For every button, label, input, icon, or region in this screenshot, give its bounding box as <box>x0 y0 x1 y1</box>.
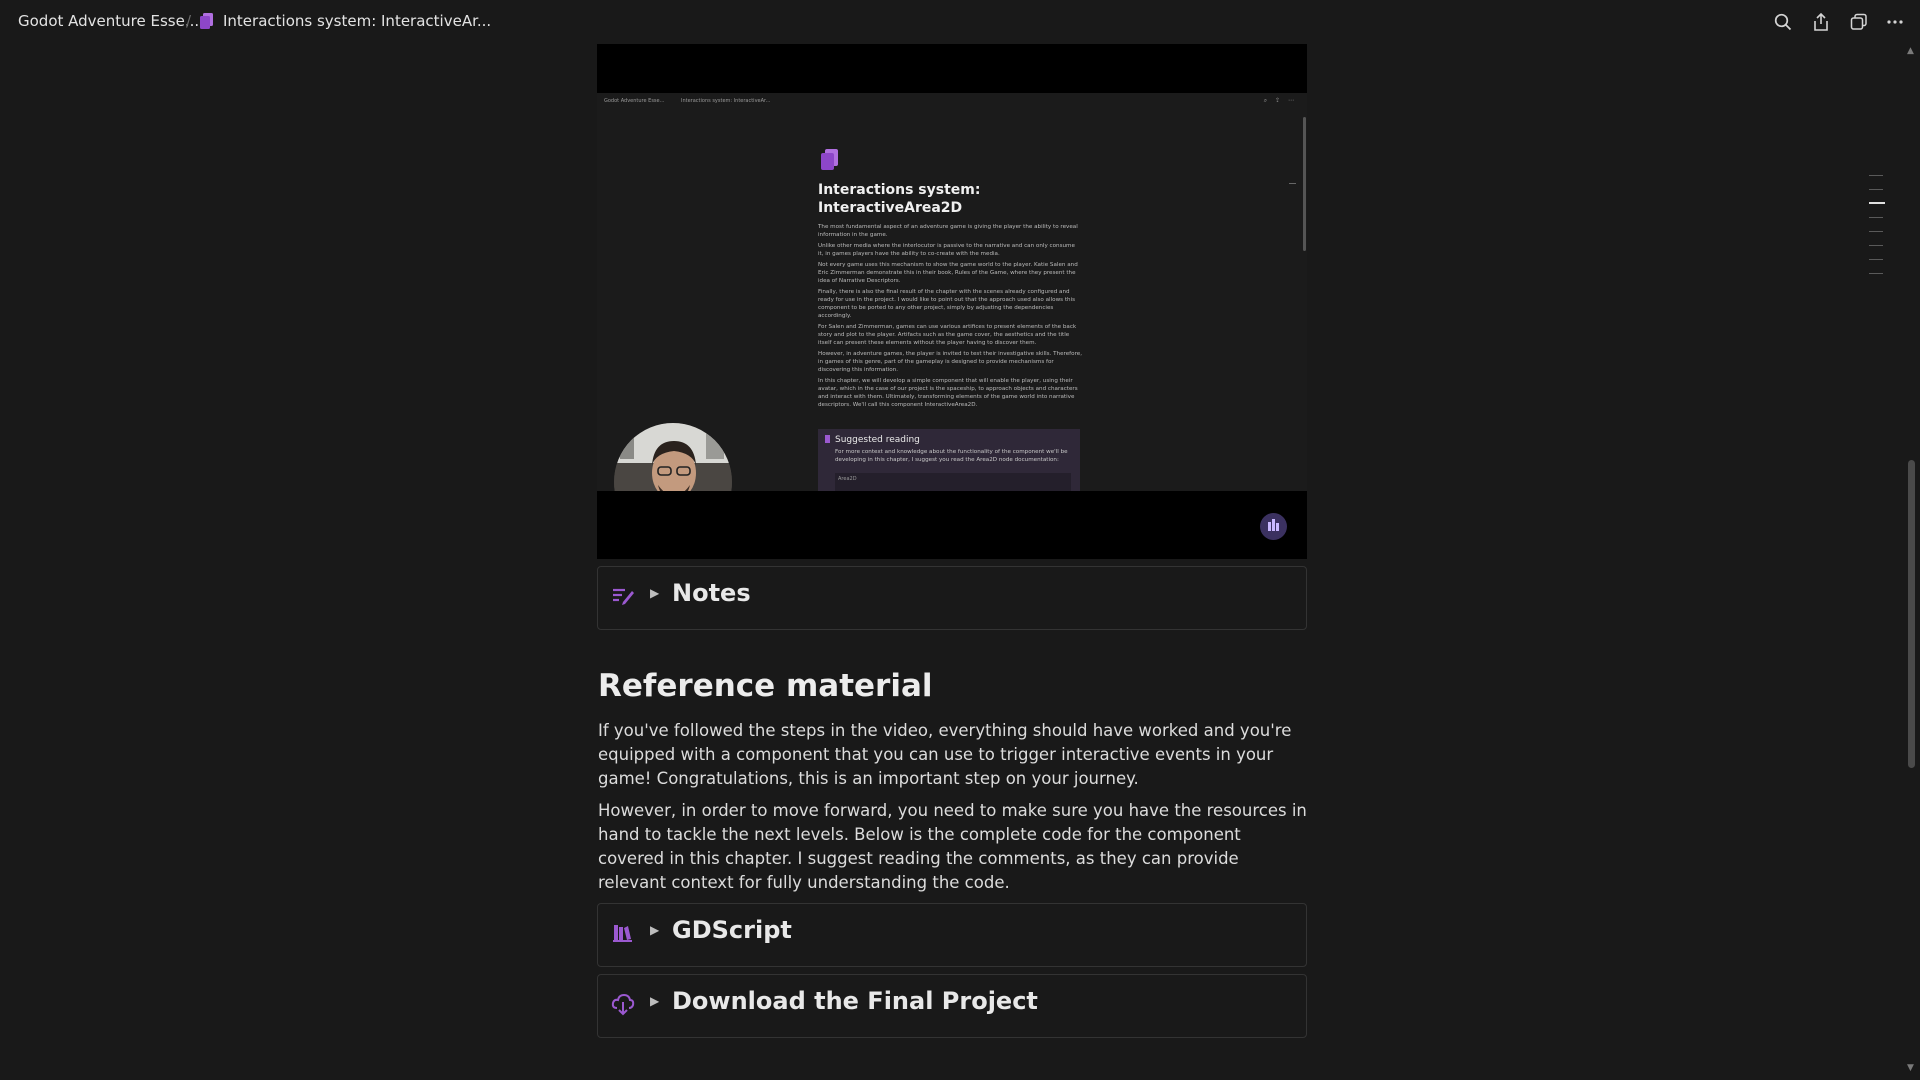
share-icon[interactable] <box>1810 11 1832 33</box>
toggle-arrow-icon[interactable]: ▶ <box>650 586 659 600</box>
video-paragraph: In this chapter, we will develop a simpl… <box>818 378 1078 408</box>
video-callout: Suggested reading For more context and k… <box>818 429 1080 491</box>
section-heading: Reference material <box>598 668 933 704</box>
video-frame: Godot Adventure Esse... Interactions sys… <box>597 93 1307 491</box>
scroll-up-arrow-icon[interactable]: ▲ <box>1907 46 1914 56</box>
video-scrollbar <box>1303 117 1306 251</box>
channel-logo-icon <box>1260 513 1287 540</box>
toggle-arrow-icon[interactable]: ▶ <box>650 923 659 937</box>
notes-toggle-label[interactable]: Notes <box>672 579 751 607</box>
cloud-download-icon <box>611 993 635 1016</box>
gdscript-toggle-label[interactable]: GDScript <box>672 916 792 944</box>
download-toggle[interactable]: ▶ Download the Final Project <box>597 974 1307 1038</box>
notes-icon <box>613 588 634 605</box>
video-callout-title: Suggested reading <box>835 435 920 445</box>
video-paragraph: Not every game uses this mechanism to sh… <box>818 262 1078 284</box>
video-outline-line <box>1289 183 1296 184</box>
scroll-down-arrow-icon[interactable]: ▼ <box>1907 1063 1914 1073</box>
gdscript-toggle[interactable]: ▶ GDScript <box>597 903 1307 967</box>
video-page-body: The most fundamental aspect of an advent… <box>818 223 1082 412</box>
scrollbar-thumb[interactable] <box>1908 460 1915 768</box>
video-player[interactable]: Godot Adventure Esse... Interactions sys… <box>597 44 1307 559</box>
top-bar: Godot Adventure Esse... / Interactions s… <box>0 0 1920 44</box>
search-icon[interactable] <box>1772 11 1794 33</box>
video-paragraph: The most fundamental aspect of an advent… <box>818 224 1078 238</box>
video-code-block: Area2D <box>835 473 1071 491</box>
reference-paragraph-2: However, in order to move forward, you n… <box>598 801 1307 892</box>
page-icon <box>200 13 213 29</box>
video-breadcrumb-parent: Godot Adventure Esse... <box>604 98 665 104</box>
presenter-webcam-avatar <box>614 423 732 491</box>
more-icon[interactable] <box>1884 11 1906 33</box>
duplicate-icon[interactable] <box>1848 11 1870 33</box>
toggle-arrow-icon[interactable]: ▶ <box>650 994 659 1008</box>
video-page-icon <box>821 149 838 170</box>
bookmark-icon <box>825 435 830 443</box>
video-toolbar-icons: ⌕ ⇪ ⋯ <box>1263 97 1297 104</box>
video-breadcrumb-current: Interactions system: InteractiveAr... <box>681 98 771 104</box>
video-paragraph: Unlike other media where the interlocuto… <box>818 243 1075 257</box>
notes-toggle[interactable]: ▶ Notes <box>597 566 1307 630</box>
video-paragraph: However, in adventure games, the player … <box>818 351 1082 373</box>
breadcrumb-current[interactable]: Interactions system: InteractiveAr... <box>223 12 491 30</box>
video-callout-text: For more context and knowledge about the… <box>835 449 1068 463</box>
video-page-title: Interactions system: InteractiveArea2D <box>818 182 981 216</box>
download-toggle-label[interactable]: Download the Final Project <box>672 987 1038 1015</box>
breadcrumb-parent[interactable]: Godot Adventure Esse... <box>18 12 199 30</box>
reference-paragraph-1: If you've followed the steps in the vide… <box>598 721 1292 788</box>
video-paragraph: For Salen and Zimmerman, games can use v… <box>818 324 1077 346</box>
books-icon <box>613 925 632 942</box>
video-paragraph: Finally, there is also the final result … <box>818 289 1076 319</box>
breadcrumb-separator: / <box>186 12 192 30</box>
